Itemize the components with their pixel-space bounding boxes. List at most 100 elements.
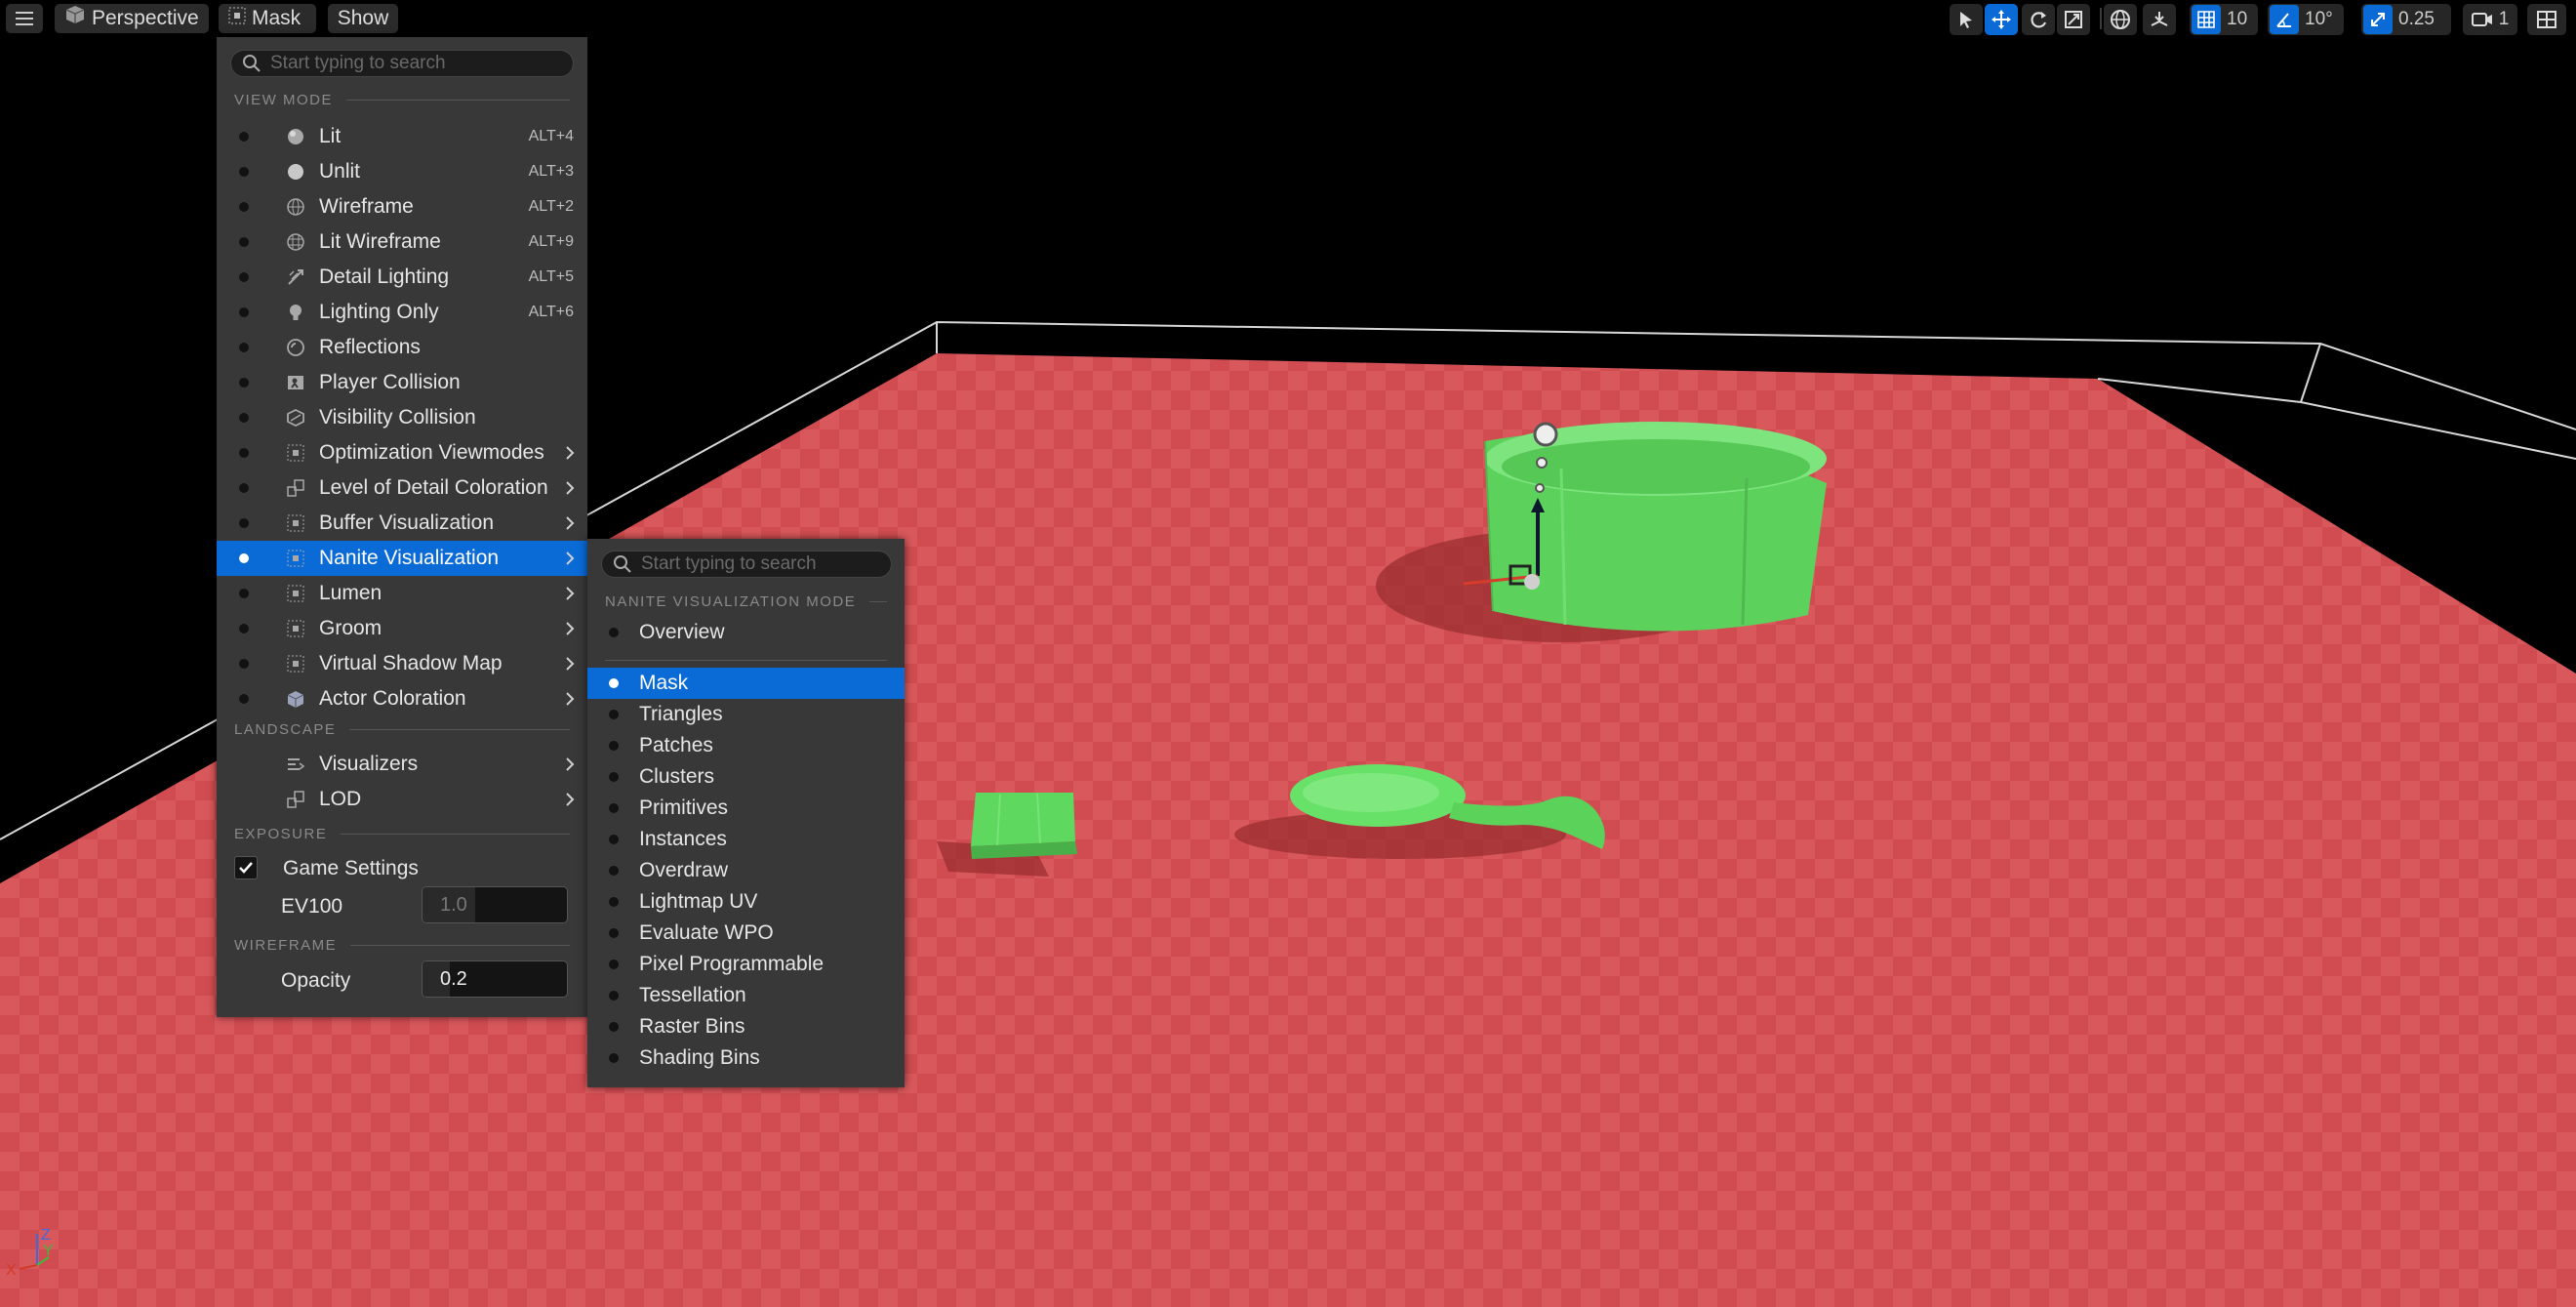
view-mode-search[interactable]: [230, 50, 574, 77]
hamburger-menu-button[interactable]: [6, 4, 43, 33]
scale-snap-value: 0.25: [2398, 9, 2435, 29]
menu-item-wireframe[interactable]: Wireframe ALT+2: [217, 189, 587, 225]
lod-icon: [285, 789, 306, 810]
game-settings-checkbox[interactable]: [234, 856, 258, 879]
menu-item-unlit[interactable]: Unlit ALT+3: [217, 154, 587, 189]
menu-item-virtual-shadow-map[interactable]: Virtual Shadow Map: [217, 646, 587, 681]
radio-dot: [609, 1022, 619, 1032]
view-mode-search-input[interactable]: [268, 52, 565, 75]
grid-snap-value: 10: [2227, 9, 2248, 29]
nanite-item-primitives[interactable]: Primitives: [587, 793, 905, 824]
scale-snap-button[interactable]: 0.25: [2361, 4, 2451, 35]
player-collision-icon: [285, 372, 306, 393]
nanite-mode-header-label: NANITE VISUALIZATION MODE: [605, 592, 857, 610]
visibility-collision-icon: [285, 407, 306, 429]
axis-y-label: Y: [43, 1243, 54, 1259]
nanite-item-shading-bins[interactable]: Shading Bins: [587, 1042, 905, 1074]
nanite-item-tessellation[interactable]: Tessellation: [587, 980, 905, 1011]
nanite-item-pixel-programmable[interactable]: Pixel Programmable: [587, 949, 905, 980]
nanite-item-label: Primitives: [639, 796, 729, 819]
nanite-item-lightmap-uv[interactable]: Lightmap UV: [587, 886, 905, 918]
scale-tool-button[interactable]: [2057, 4, 2090, 35]
radio-dot: [239, 448, 249, 458]
coordinate-space-button[interactable]: [2104, 4, 2137, 35]
menu-item-lumen[interactable]: Lumen: [217, 576, 587, 611]
grid-snap-button[interactable]: 10: [2190, 4, 2258, 35]
select-tool-button[interactable]: [1950, 4, 1983, 35]
menu-item-groom[interactable]: Groom: [217, 611, 587, 646]
nanite-item-instances[interactable]: Instances: [587, 824, 905, 855]
surface-snap-button[interactable]: [2143, 4, 2176, 35]
grid-dots-icon: [285, 583, 306, 604]
radio-dot: [239, 132, 249, 142]
camera-icon: [2471, 13, 2492, 26]
radio-dot: [239, 483, 249, 493]
menu-item-label: Groom: [319, 617, 382, 639]
cube-icon: [285, 688, 306, 710]
radio-dot: [239, 272, 249, 282]
nanite-item-label: Overdraw: [639, 859, 729, 881]
menu-item-actor-coloration[interactable]: Actor Coloration: [217, 681, 587, 716]
nanite-search-input[interactable]: [639, 552, 887, 576]
radio-dot: [239, 343, 249, 352]
nanite-search[interactable]: [601, 551, 892, 578]
ev100-label: EV100: [281, 895, 343, 918]
nanite-item-label: Overview: [639, 621, 725, 643]
menu-item-visualizers[interactable]: Visualizers: [217, 747, 587, 782]
nanite-item-label: Mask: [639, 672, 689, 694]
nanite-item-label: Evaluate WPO: [639, 921, 774, 944]
show-button[interactable]: Show: [328, 4, 398, 33]
menu-item-buffer-visualization[interactable]: Buffer Visualization: [217, 506, 587, 541]
translate-tool-button[interactable]: [1985, 4, 2018, 35]
detail-lighting-icon: [285, 266, 306, 288]
nanite-item-raster-bins[interactable]: Raster Bins: [587, 1011, 905, 1042]
nanite-item-triangles[interactable]: Triangles: [587, 699, 905, 730]
ev100-field[interactable]: 1.0: [422, 886, 568, 923]
rotate-icon: [2031, 12, 2047, 28]
menu-item-player-collision[interactable]: Player Collision: [217, 365, 587, 400]
menu-item-level-of-detail-coloration[interactable]: Level of Detail Coloration: [217, 470, 587, 506]
menu-item-lighting-only[interactable]: Lighting Only ALT+6: [217, 295, 587, 330]
menu-item-shortcut: ALT+9: [528, 233, 574, 250]
nanite-item-clusters[interactable]: Clusters: [587, 761, 905, 793]
nanite-item-label: Pixel Programmable: [639, 953, 825, 975]
radio-dot: [609, 991, 619, 1001]
perspective-button[interactable]: Perspective: [55, 4, 209, 33]
scale-snap-icon: [2371, 13, 2385, 26]
menu-item-reflections[interactable]: Reflections: [217, 330, 587, 365]
radio-dot: [609, 897, 619, 907]
radio-dot: [239, 413, 249, 423]
nanite-item-patches[interactable]: Patches: [587, 730, 905, 761]
view-mode-button[interactable]: Mask: [219, 4, 316, 33]
move-arrows-icon: [1992, 10, 2011, 29]
lod-coloration-icon: [285, 477, 306, 499]
radio-dot: [239, 307, 249, 317]
nanite-item-label: Patches: [639, 734, 713, 756]
nanite-item-mask[interactable]: Mask: [587, 668, 905, 699]
checkmark-icon: [239, 862, 253, 874]
radio-dot: [239, 659, 249, 669]
menu-item-lod[interactable]: LOD: [217, 782, 587, 817]
toolbar-separator: [2100, 8, 2102, 29]
radio-dot: [609, 710, 619, 719]
rotation-snap-button[interactable]: 10°: [2268, 4, 2344, 35]
wireframe-sphere-icon: [285, 196, 306, 218]
viewport-layout-button[interactable]: [2527, 4, 2566, 35]
radio-dot: [239, 694, 249, 704]
camera-speed-button[interactable]: 1: [2463, 4, 2517, 35]
menu-item-detail-lighting[interactable]: Detail Lighting ALT+5: [217, 260, 587, 295]
menu-item-visibility-collision[interactable]: Visibility Collision: [217, 400, 587, 435]
nanite-item-overdraw[interactable]: Overdraw: [587, 855, 905, 886]
menu-item-nanite-visualization[interactable]: Nanite Visualization: [217, 541, 587, 576]
nanite-item-evaluate-wpo[interactable]: Evaluate WPO: [587, 918, 905, 949]
menu-item-optimization-viewmodes[interactable]: Optimization Viewmodes: [217, 435, 587, 470]
menu-item-label: Reflections: [319, 336, 421, 358]
menu-item-lit[interactable]: Lit ALT+4: [217, 119, 587, 154]
menu-item-label: Lit: [319, 125, 342, 147]
opacity-field[interactable]: 0.2: [422, 960, 568, 998]
rotate-tool-button[interactable]: [2022, 4, 2055, 35]
menu-item-lit-wireframe[interactable]: Lit Wireframe ALT+9: [217, 225, 587, 260]
radio-dot: [609, 960, 619, 969]
nanite-item-overview[interactable]: Overview: [587, 617, 905, 648]
menu-item-label: Visualizers: [319, 753, 419, 775]
